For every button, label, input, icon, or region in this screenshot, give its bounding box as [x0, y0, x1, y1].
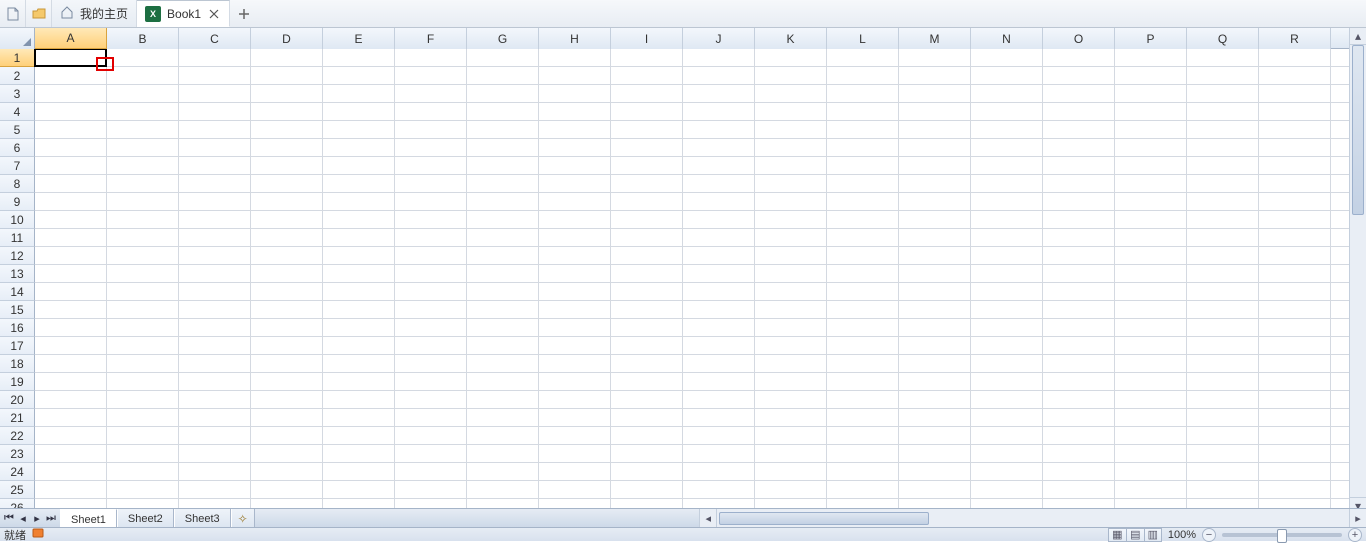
column-header-L[interactable]: L	[827, 28, 899, 49]
column-header-H[interactable]: H	[539, 28, 611, 49]
column-header-D[interactable]: D	[251, 28, 323, 49]
column-header-I[interactable]: I	[611, 28, 683, 49]
column-header-P[interactable]: P	[1115, 28, 1187, 49]
sheet-nav-prev-icon[interactable]: ◂	[16, 509, 30, 528]
column-header-O[interactable]: O	[1043, 28, 1115, 49]
sheet-tab-sheet2[interactable]: Sheet2	[117, 509, 174, 527]
new-sheet-button[interactable]: ✧	[231, 509, 255, 527]
row-header-20[interactable]: 20	[0, 391, 35, 409]
row-headers: 1234567891011121314151617181920212223242…	[0, 49, 35, 514]
column-header-Q[interactable]: Q	[1187, 28, 1259, 49]
sheet-nav-group: ⏮ ◂ ▸ ⏭	[0, 509, 60, 527]
sheet-nav-next-icon[interactable]: ▸	[30, 509, 44, 528]
view-normal-icon[interactable]: ▦	[1108, 528, 1126, 542]
row-header-12[interactable]: 12	[0, 247, 35, 265]
row-header-3[interactable]: 3	[0, 85, 35, 103]
row-header-11[interactable]: 11	[0, 229, 35, 247]
sheet-tab-splitter[interactable]: ◂ ▸	[255, 509, 1366, 527]
sheet-nav-last-icon[interactable]: ⏭	[44, 509, 58, 528]
horizontal-scroll-thumb[interactable]	[719, 512, 929, 525]
excel-icon: X	[145, 6, 161, 22]
sheet-tab-label: Sheet2	[128, 513, 163, 525]
cells-canvas[interactable]	[35, 49, 1349, 514]
column-header-K[interactable]: K	[755, 28, 827, 49]
column-header-G[interactable]: G	[467, 28, 539, 49]
tab-home-label: 我的主页	[80, 5, 128, 22]
row-header-6[interactable]: 6	[0, 139, 35, 157]
row-header-25[interactable]: 25	[0, 481, 35, 499]
row-header-15[interactable]: 15	[0, 301, 35, 319]
home-icon	[60, 5, 74, 22]
new-file-icon[interactable]	[0, 0, 26, 27]
row-header-7[interactable]: 7	[0, 157, 35, 175]
view-pagebreak-icon[interactable]: ▥	[1144, 528, 1162, 542]
status-icon	[32, 527, 44, 542]
open-folder-icon[interactable]	[26, 0, 52, 27]
tab-book1-label: Book1	[167, 7, 201, 21]
scroll-right-icon[interactable]: ▸	[1349, 509, 1366, 527]
row-header-10[interactable]: 10	[0, 211, 35, 229]
column-header-R[interactable]: R	[1259, 28, 1331, 49]
row-header-17[interactable]: 17	[0, 337, 35, 355]
horizontal-scrollbar[interactable]: ◂ ▸	[699, 509, 1366, 527]
zoom-out-button[interactable]: −	[1202, 528, 1216, 542]
row-header-19[interactable]: 19	[0, 373, 35, 391]
sheet-tab-label: Sheet1	[71, 514, 106, 526]
row-header-18[interactable]: 18	[0, 355, 35, 373]
column-headers: ABCDEFGHIJKLMNOPQR	[0, 28, 1349, 49]
sheet-nav-first-icon[interactable]: ⏮	[2, 509, 16, 528]
sheet-tab-bar: ⏮ ◂ ▸ ⏭ Sheet1 Sheet2 Sheet3 ✧ ◂ ▸	[0, 508, 1366, 527]
sheet-tab-sheet3[interactable]: Sheet3	[174, 509, 231, 527]
sheet-tab-label: Sheet3	[185, 513, 220, 525]
row-header-24[interactable]: 24	[0, 463, 35, 481]
row-header-5[interactable]: 5	[0, 121, 35, 139]
horizontal-scroll-track[interactable]	[717, 509, 1349, 527]
select-all-button[interactable]	[0, 28, 35, 49]
scroll-left-icon[interactable]: ◂	[700, 509, 717, 527]
zoom-in-button[interactable]: +	[1348, 528, 1362, 542]
close-icon[interactable]	[207, 7, 221, 21]
status-ready-label: 就绪	[4, 527, 26, 543]
zoom-label[interactable]: 100%	[1168, 529, 1196, 541]
new-sheet-icon: ✧	[238, 512, 248, 526]
sheet-tab-sheet1[interactable]: Sheet1	[60, 509, 117, 527]
scroll-up-icon[interactable]: ▴	[1350, 28, 1366, 45]
add-tab-button[interactable]	[230, 0, 258, 27]
row-header-1[interactable]: 1	[0, 49, 35, 67]
column-header-C[interactable]: C	[179, 28, 251, 49]
row-header-4[interactable]: 4	[0, 103, 35, 121]
status-bar: 就绪 ▦ ▤ ▥ 100% − +	[0, 527, 1366, 541]
column-header-F[interactable]: F	[395, 28, 467, 49]
zoom-slider[interactable]	[1222, 533, 1342, 537]
column-header-M[interactable]: M	[899, 28, 971, 49]
grid[interactable]: 1234567891011121314151617181920212223242…	[0, 49, 1349, 514]
column-header-J[interactable]: J	[683, 28, 755, 49]
row-header-8[interactable]: 8	[0, 175, 35, 193]
tab-home[interactable]: 我的主页	[52, 0, 137, 27]
view-mode-group: ▦ ▤ ▥	[1108, 528, 1162, 542]
row-header-23[interactable]: 23	[0, 445, 35, 463]
vertical-scroll-thumb[interactable]	[1352, 45, 1364, 215]
column-header-N[interactable]: N	[971, 28, 1043, 49]
column-header-B[interactable]: B	[107, 28, 179, 49]
window-tabstrip: 我的主页 X Book1	[0, 0, 1366, 28]
row-header-9[interactable]: 9	[0, 193, 35, 211]
row-header-16[interactable]: 16	[0, 319, 35, 337]
row-header-14[interactable]: 14	[0, 283, 35, 301]
row-header-21[interactable]: 21	[0, 409, 35, 427]
column-header-E[interactable]: E	[323, 28, 395, 49]
row-header-13[interactable]: 13	[0, 265, 35, 283]
row-header-22[interactable]: 22	[0, 427, 35, 445]
tab-book1[interactable]: X Book1	[137, 0, 230, 27]
spreadsheet-area: ABCDEFGHIJKLMNOPQR 123456789101112131415…	[0, 28, 1349, 514]
row-header-2[interactable]: 2	[0, 67, 35, 85]
vertical-scrollbar[interactable]: ▴ ▾	[1349, 28, 1366, 514]
column-header-A[interactable]: A	[35, 28, 107, 49]
view-pagelayout-icon[interactable]: ▤	[1126, 528, 1144, 542]
